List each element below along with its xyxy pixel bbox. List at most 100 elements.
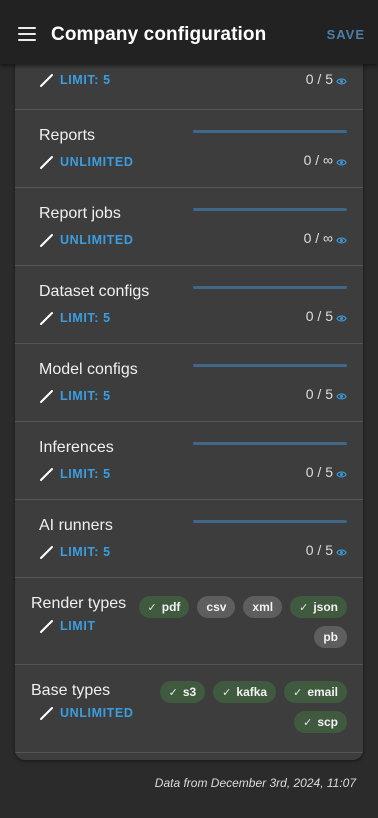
page-title: Company configuration bbox=[51, 24, 267, 45]
usage-count: 0 / 5 bbox=[306, 542, 347, 558]
usage-bar bbox=[193, 286, 347, 289]
limit-value[interactable]: UNLIMITED bbox=[60, 155, 133, 169]
limit-value[interactable]: LIMIT: 5 bbox=[60, 311, 111, 325]
pencil-icon[interactable] bbox=[39, 154, 55, 170]
limit-edit[interactable]: LIMIT bbox=[39, 618, 96, 634]
usage-count-text: 0 / 5 bbox=[305, 386, 333, 402]
chip-xml[interactable]: xml bbox=[243, 596, 283, 618]
chip-label: json bbox=[313, 600, 338, 614]
check-icon: ✓ bbox=[303, 716, 313, 729]
usage-bar bbox=[193, 520, 347, 523]
eye-icon[interactable] bbox=[336, 545, 347, 556]
usage-count: 0 / 5 bbox=[306, 71, 347, 87]
limit-value[interactable]: LIMIT: 5 bbox=[60, 545, 111, 559]
chip-kafka[interactable]: ✓ kafka bbox=[213, 681, 277, 703]
app-bar: Company configuration SAVE bbox=[0, 0, 378, 64]
usage-bar bbox=[193, 442, 347, 445]
quota-row: Report jobs UNLIMITED 0 / ∞ bbox=[15, 188, 363, 266]
usage-count-text: 0 / ∞ bbox=[303, 230, 333, 246]
quota-label: Model configs bbox=[39, 361, 138, 378]
limit-edit[interactable]: LIMIT: 5 bbox=[39, 466, 111, 482]
usage-count: 0 / 5 bbox=[306, 386, 347, 402]
limit-value[interactable]: LIMIT: 5 bbox=[60, 389, 111, 403]
last-updated-text: Data from December 3rd, 2024, 11:07 bbox=[154, 776, 356, 790]
eye-icon[interactable] bbox=[336, 389, 347, 400]
config-card: LIMIT: 50 / 5 Reports UNLIMITED 0 / ∞ Report… bbox=[15, 40, 363, 760]
type-chips: ✓ pdf csv xml ✓ json pb bbox=[137, 596, 347, 648]
usage-count: 0 / ∞ bbox=[304, 152, 347, 168]
type-chips: ✓ s3 ✓ kafka ✓ email ✓ scp bbox=[137, 681, 347, 733]
chip-pdf[interactable]: ✓ pdf bbox=[138, 596, 190, 618]
pencil-icon[interactable] bbox=[39, 232, 55, 248]
quota-row: AI runners LIMIT: 5 0 / 5 bbox=[15, 500, 363, 578]
base-types-row: Base types UNLIMITED ✓ s3 ✓ kafka ✓ email ✓ scp bbox=[15, 665, 363, 753]
chip-csv[interactable]: csv bbox=[197, 596, 236, 618]
limit-edit[interactable]: UNLIMITED bbox=[39, 154, 133, 170]
chip-s3[interactable]: ✓ s3 bbox=[159, 681, 206, 703]
limit-value[interactable]: LIMIT: 5 bbox=[60, 467, 111, 481]
save-button[interactable]: SAVE bbox=[327, 27, 365, 42]
check-icon: ✓ bbox=[147, 601, 157, 614]
chip-email[interactable]: ✓ email bbox=[284, 681, 347, 703]
pencil-icon[interactable] bbox=[39, 618, 55, 634]
quota-row: Reports UNLIMITED 0 / ∞ bbox=[15, 110, 363, 188]
chip-label: pdf bbox=[161, 600, 181, 614]
usage-count-text: 0 / 5 bbox=[305, 464, 333, 480]
usage-count: 0 / ∞ bbox=[304, 230, 347, 246]
chip-json[interactable]: ✓ json bbox=[290, 596, 347, 618]
limit-value[interactable]: UNLIMITED bbox=[60, 706, 133, 720]
check-icon: ✓ bbox=[299, 601, 309, 614]
limit-edit[interactable]: LIMIT: 5 bbox=[39, 310, 111, 326]
eye-icon[interactable] bbox=[336, 233, 347, 244]
chip-label: xml bbox=[252, 600, 274, 614]
pencil-icon[interactable] bbox=[39, 705, 55, 721]
eye-icon[interactable] bbox=[336, 467, 347, 478]
limit-edit[interactable]: LIMIT: 5 bbox=[39, 544, 111, 560]
pencil-icon[interactable] bbox=[39, 72, 55, 88]
chip-label: s3 bbox=[182, 685, 197, 699]
pencil-icon[interactable] bbox=[39, 544, 55, 560]
quota-label: Report jobs bbox=[39, 205, 121, 222]
chip-label: email bbox=[307, 685, 338, 699]
usage-count-text: 0 / ∞ bbox=[303, 152, 333, 168]
quota-label: AI runners bbox=[39, 517, 113, 534]
chip-pb[interactable]: pb bbox=[314, 626, 347, 648]
check-icon: ✓ bbox=[168, 686, 178, 699]
quota-label: Reports bbox=[39, 127, 96, 144]
usage-count-text: 0 / 5 bbox=[305, 542, 333, 558]
quota-row: Dataset configs LIMIT: 5 0 / 5 bbox=[15, 266, 363, 344]
eye-icon[interactable] bbox=[336, 74, 347, 85]
limit-value[interactable]: LIMIT bbox=[60, 619, 96, 633]
usage-bar bbox=[193, 130, 347, 133]
limit-value[interactable]: UNLIMITED bbox=[60, 233, 133, 247]
render-types-row: Render types LIMIT ✓ pdf csv xml ✓ json pb bbox=[15, 578, 363, 665]
quota-row: Inferences LIMIT: 5 0 / 5 bbox=[15, 422, 363, 500]
quota-label: Dataset configs bbox=[39, 283, 150, 300]
chip-label: scp bbox=[317, 715, 338, 729]
limit-value[interactable]: LIMIT: 5 bbox=[60, 73, 111, 87]
quota-label: Inferences bbox=[39, 439, 114, 456]
usage-count: 0 / 5 bbox=[306, 308, 347, 324]
usage-bar bbox=[193, 208, 347, 211]
pencil-icon[interactable] bbox=[39, 310, 55, 326]
chip-label: csv bbox=[206, 600, 227, 614]
usage-count-text: 0 / 5 bbox=[305, 308, 333, 324]
limit-edit[interactable]: LIMIT: 5 bbox=[39, 388, 111, 404]
quota-row: Model configs LIMIT: 5 0 / 5 bbox=[15, 344, 363, 422]
limit-edit[interactable]: LIMIT: 5 bbox=[39, 72, 111, 88]
check-icon: ✓ bbox=[222, 686, 232, 699]
eye-icon[interactable] bbox=[336, 155, 347, 166]
pencil-icon[interactable] bbox=[39, 388, 55, 404]
eye-icon[interactable] bbox=[336, 311, 347, 322]
chip-scp[interactable]: ✓ scp bbox=[294, 711, 347, 733]
check-icon: ✓ bbox=[293, 686, 303, 699]
usage-count-text: 0 / 5 bbox=[305, 71, 333, 87]
render-types-label: Render types bbox=[31, 595, 127, 612]
limit-edit[interactable]: UNLIMITED bbox=[39, 232, 133, 248]
menu-icon[interactable] bbox=[18, 27, 36, 41]
limit-edit[interactable]: UNLIMITED bbox=[39, 705, 133, 721]
chip-label: kafka bbox=[236, 685, 268, 699]
chip-label: pb bbox=[323, 630, 338, 644]
usage-bar bbox=[193, 364, 347, 367]
pencil-icon[interactable] bbox=[39, 466, 55, 482]
